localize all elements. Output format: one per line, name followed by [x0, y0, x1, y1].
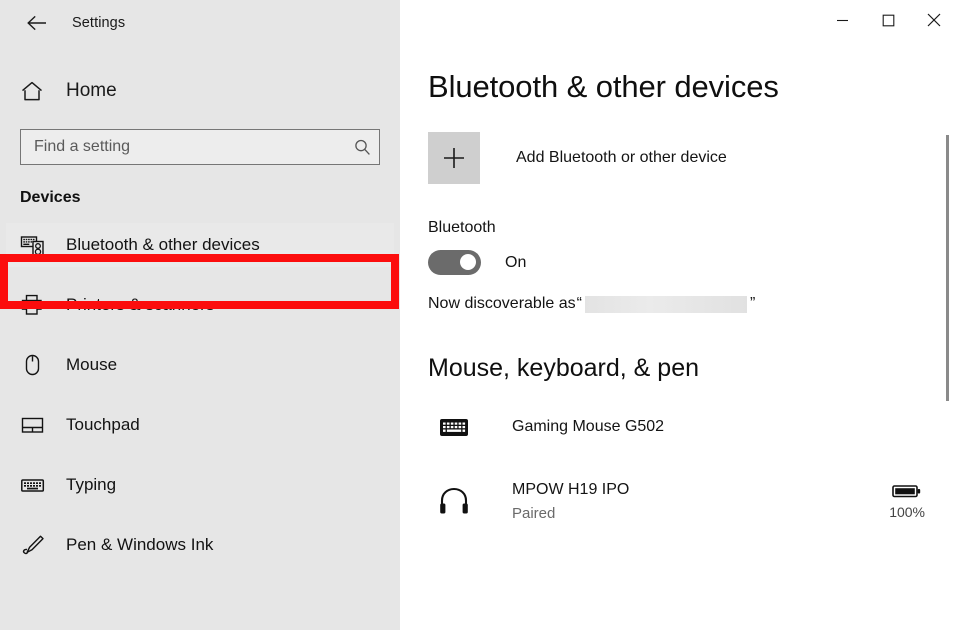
device-name: MPOW H19 IPO	[512, 480, 630, 498]
sidebar-item-label: Mouse	[66, 355, 118, 374]
sidebar-item-touchpad[interactable]: Touchpad	[6, 403, 394, 447]
sidebar-item-pen-windows-ink[interactable]: Pen & Windows Ink	[6, 523, 394, 567]
device-text: Gaming Mouse G502	[512, 418, 664, 436]
search-input[interactable]	[21, 130, 345, 164]
printer-icon	[20, 293, 54, 317]
sidebar-item-label: Touchpad	[66, 415, 140, 434]
redacted-device-name	[584, 295, 747, 313]
window-controls	[819, 0, 957, 40]
maximize-icon[interactable]	[865, 0, 911, 40]
keyboard-icon	[20, 473, 54, 497]
bluetooth-section-header: Bluetooth	[428, 219, 496, 236]
mouse-icon	[20, 353, 54, 377]
main-content: Bluetooth & other devices Add Bluetooth …	[400, 0, 957, 630]
app-title: Settings	[72, 15, 126, 31]
device-name: Gaming Mouse G502	[512, 418, 665, 435]
device-list-item[interactable]: MPOW H19 IPO Paired 100%	[428, 474, 957, 528]
device-text: MPOW H19 IPO Paired	[512, 481, 629, 522]
keyboard-icon	[428, 416, 480, 438]
close-icon[interactable]	[911, 0, 957, 40]
bluetooth-devices-icon	[20, 233, 54, 257]
discoverable-status: Now discoverable as “ ”	[428, 295, 957, 313]
minimize-icon[interactable]	[819, 0, 865, 40]
toggle-knob	[460, 254, 476, 270]
sidebar-nav: Bluetooth & other devices Printers & sca…	[0, 223, 400, 567]
pen-icon	[20, 533, 54, 557]
touchpad-icon	[20, 413, 54, 437]
sidebar-item-label: Pen & Windows Ink	[66, 535, 214, 554]
bluetooth-toggle[interactable]	[428, 250, 481, 275]
sidebar-item-printers-scanners[interactable]: Printers & scanners	[6, 283, 394, 327]
plus-icon	[428, 132, 480, 184]
battery-indicator: 100%	[889, 483, 925, 520]
add-bluetooth-device-button[interactable]: Add Bluetooth or other device	[428, 132, 957, 184]
sidebar-section-header: Devices	[20, 189, 81, 206]
battery-percent: 100%	[889, 503, 925, 520]
sidebar-item-mouse[interactable]: Mouse	[6, 343, 394, 387]
search-box[interactable]	[20, 129, 380, 165]
device-status: Paired	[512, 504, 556, 522]
add-device-label: Add Bluetooth or other device	[516, 149, 727, 166]
sidebar-item-label: Printers & scanners	[66, 295, 215, 314]
sidebar: Settings Home Devices	[0, 0, 400, 630]
home-label: Home	[66, 80, 117, 101]
open-quote: “	[576, 295, 582, 312]
headphones-icon	[428, 486, 480, 516]
home-icon	[20, 80, 54, 103]
main-scrollbar[interactable]	[946, 135, 949, 401]
bluetooth-toggle-row: On	[428, 250, 957, 275]
discoverable-prefix: Now discoverable as	[428, 295, 576, 312]
sidebar-item-home[interactable]: Home	[0, 70, 400, 112]
sidebar-item-bluetooth-other-devices[interactable]: Bluetooth & other devices	[6, 223, 394, 267]
battery-icon	[892, 484, 921, 497]
sidebar-titlebar: Settings	[0, 0, 400, 46]
device-list-item[interactable]: Gaming Mouse G502	[428, 405, 957, 449]
sidebar-item-label: Typing	[66, 475, 117, 494]
settings-window: Settings Home Devices	[0, 0, 957, 630]
bluetooth-toggle-state: On	[505, 253, 527, 271]
sidebar-item-label: Bluetooth & other devices	[66, 235, 260, 254]
close-quote: ”	[749, 295, 756, 312]
devices-group-header: Mouse, keyboard, & pen	[428, 354, 699, 382]
search-icon[interactable]	[345, 138, 379, 157]
back-arrow-icon[interactable]	[14, 7, 60, 39]
sidebar-item-typing[interactable]: Typing	[6, 463, 394, 507]
